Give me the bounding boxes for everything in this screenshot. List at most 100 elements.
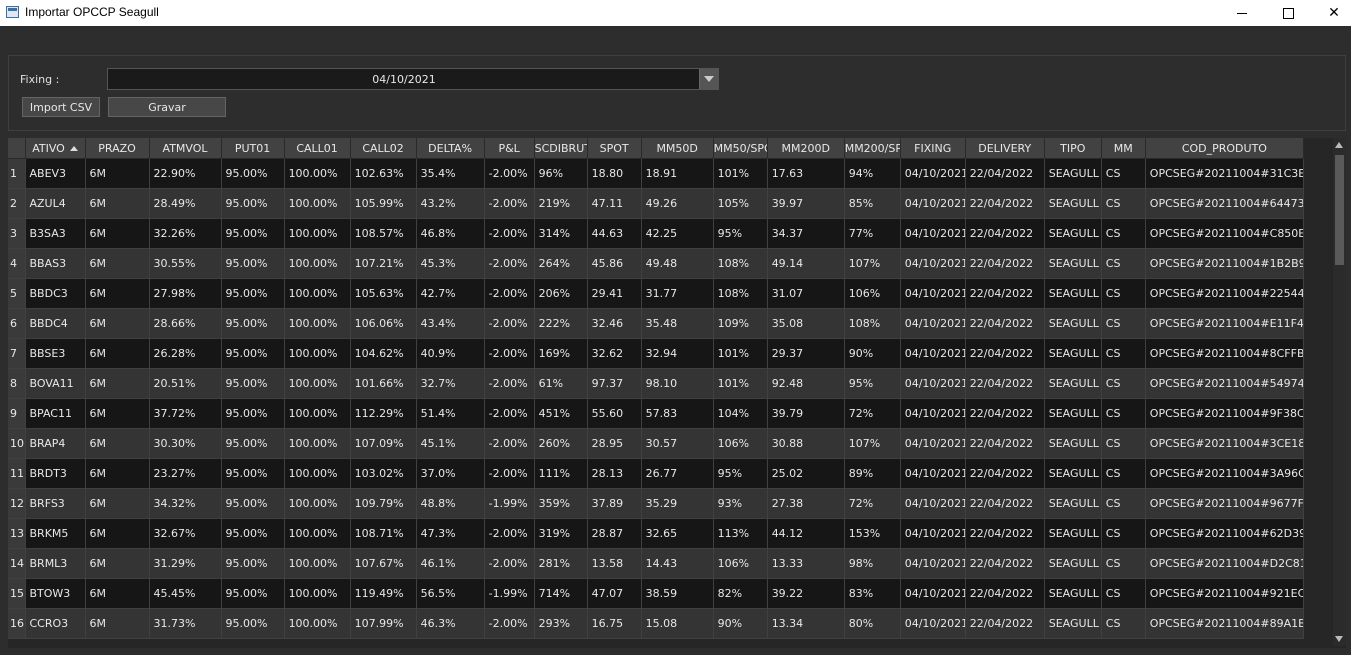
table-row[interactable]: 16 CCRO3 6M 31.73% 95.00% 100.00% 107.99% 46.3%… (8, 608, 1305, 639)
table-cell[interactable]: 95.00% (221, 308, 285, 339)
table-cell[interactable]: 108.57% (350, 218, 417, 249)
table-cell[interactable]: 37.72% (149, 398, 222, 429)
table-cell[interactable]: 32.26% (149, 218, 222, 249)
table-cell[interactable]: 264% (534, 248, 588, 279)
table-cell[interactable]: 260% (534, 428, 588, 459)
table-cell[interactable]: 22/04/2022 (965, 548, 1045, 579)
table-cell[interactable]: 32.62 (587, 338, 642, 369)
table-cell[interactable]: 6M (85, 488, 150, 519)
table-cell[interactable]: 281% (534, 548, 588, 579)
table-cell[interactable]: 206% (534, 278, 588, 309)
table-cell[interactable]: 39.97 (767, 188, 845, 219)
table-cell[interactable]: BTOW3 (25, 578, 86, 609)
table-cell[interactable]: 04/10/2021 (900, 308, 966, 339)
table-cell[interactable]: 25.02 (767, 458, 845, 489)
table-cell[interactable]: -2.00% (484, 368, 535, 399)
table-cell[interactable]: 105% (713, 188, 768, 219)
table-cell[interactable]: 22/04/2022 (965, 158, 1045, 189)
table-cell[interactable]: 27.38 (767, 488, 845, 519)
table-cell[interactable]: -2.00% (484, 608, 535, 639)
table-cell[interactable]: 6M (85, 578, 150, 609)
table-cell[interactable]: SEAGULL (1044, 428, 1102, 459)
scroll-down-icon[interactable] (1335, 636, 1343, 642)
table-cell[interactable]: OPCSEG#20211004#3CE182 (1145, 428, 1305, 459)
table-cell[interactable]: 107.67% (350, 548, 417, 579)
vertical-scrollbar[interactable] (1333, 138, 1346, 646)
table-cell[interactable]: 106.06% (350, 308, 417, 339)
table-cell[interactable]: 37.89 (587, 488, 642, 519)
row-number[interactable]: 7 (8, 338, 26, 369)
table-cell[interactable]: 51.4% (416, 398, 485, 429)
table-cell[interactable]: 32.65 (641, 518, 714, 549)
table-cell[interactable]: 100.00% (284, 368, 351, 399)
table-cell[interactable]: 100.00% (284, 338, 351, 369)
table-cell[interactable]: 95.00% (221, 398, 285, 429)
table-cell[interactable]: 95.00% (221, 188, 285, 219)
table-cell[interactable]: 31.73% (149, 608, 222, 639)
table-cell[interactable]: 6M (85, 338, 150, 369)
table-row[interactable]: 15 BTOW3 6M 45.45% 95.00% 100.00% 119.49% 56.5%… (8, 578, 1305, 609)
table-cell[interactable]: 90% (713, 608, 768, 639)
table-cell[interactable]: 45.86 (587, 248, 642, 279)
table-cell[interactable]: BRAP4 (25, 428, 86, 459)
column-header[interactable]: MM (1101, 138, 1146, 159)
table-cell[interactable]: OPCSEG#20211004#E11F40 (1145, 308, 1305, 339)
table-cell[interactable]: 111% (534, 458, 588, 489)
table-cell[interactable]: 35.48 (641, 308, 714, 339)
table-cell[interactable]: -1.99% (484, 578, 535, 609)
table-cell[interactable]: 44.63 (587, 218, 642, 249)
table-cell[interactable]: BBDC3 (25, 278, 86, 309)
table-cell[interactable]: 04/10/2021 (900, 368, 966, 399)
table-cell[interactable]: -2.00% (484, 158, 535, 189)
table-row[interactable]: 1 ABEV3 6M 22.90% 95.00% 100.00% 102.63% 35.4% -… (8, 158, 1305, 189)
table-cell[interactable]: 100.00% (284, 518, 351, 549)
table-cell[interactable]: -2.00% (484, 218, 535, 249)
table-cell[interactable]: 22/04/2022 (965, 278, 1045, 309)
table-cell[interactable]: BRDT3 (25, 458, 86, 489)
table-cell[interactable]: 100.00% (284, 428, 351, 459)
table-cell[interactable]: 28.13 (587, 458, 642, 489)
table-cell[interactable]: 100.00% (284, 458, 351, 489)
table-cell[interactable]: 32.46 (587, 308, 642, 339)
row-number[interactable]: 11 (8, 458, 26, 489)
table-cell[interactable]: 22/04/2022 (965, 188, 1045, 219)
table-cell[interactable]: OPCSEG#20211004#921EC7 (1145, 578, 1305, 609)
table-cell[interactable]: 82% (713, 578, 768, 609)
table-cell[interactable]: 104% (713, 398, 768, 429)
table-cell[interactable]: -2.00% (484, 458, 535, 489)
column-header[interactable]: TIPO (1044, 138, 1102, 159)
table-cell[interactable]: 28.66% (149, 308, 222, 339)
column-header[interactable]: CALL01 (284, 138, 351, 159)
table-cell[interactable]: 100.00% (284, 548, 351, 579)
table-cell[interactable]: 04/10/2021 (900, 548, 966, 579)
table-cell[interactable]: 100.00% (284, 188, 351, 219)
table-cell[interactable]: 314% (534, 218, 588, 249)
table-cell[interactable]: OPCSEG#20211004#8CFFB0 (1145, 338, 1305, 369)
table-cell[interactable]: 72% (844, 488, 901, 519)
table-row[interactable]: 7 BBSE3 6M 26.28% 95.00% 100.00% 104.62% 40.9% -… (8, 338, 1305, 369)
table-cell[interactable]: 30.55% (149, 248, 222, 279)
table-cell[interactable]: 14.43 (641, 548, 714, 579)
table-cell[interactable]: 29.37 (767, 338, 845, 369)
column-header[interactable]: DELTA% (416, 138, 485, 159)
table-cell[interactable]: OPCSEG#20211004#89A1B5 (1145, 608, 1305, 639)
table-cell[interactable]: 107% (844, 428, 901, 459)
table-cell[interactable]: 714% (534, 578, 588, 609)
table-cell[interactable]: 6M (85, 548, 150, 579)
table-cell[interactable]: 22/04/2022 (965, 398, 1045, 429)
table-cell[interactable]: CCRO3 (25, 608, 86, 639)
table-cell[interactable]: 107.09% (350, 428, 417, 459)
table-cell[interactable]: -2.00% (484, 308, 535, 339)
column-header[interactable]: CALL02 (350, 138, 417, 159)
table-cell[interactable]: BRML3 (25, 548, 86, 579)
table-cell[interactable]: 83% (844, 578, 901, 609)
scrollbar-thumb[interactable] (1335, 155, 1344, 265)
table-cell[interactable]: ABEV3 (25, 158, 86, 189)
row-number[interactable]: 2 (8, 188, 26, 219)
table-cell[interactable]: 04/10/2021 (900, 518, 966, 549)
row-number[interactable]: 8 (8, 368, 26, 399)
table-cell[interactable]: 04/10/2021 (900, 158, 966, 189)
table-row[interactable]: 14 BRML3 6M 31.29% 95.00% 100.00% 107.67% 46.1%… (8, 548, 1305, 579)
table-cell[interactable]: 95.00% (221, 218, 285, 249)
table-cell[interactable]: -2.00% (484, 398, 535, 429)
